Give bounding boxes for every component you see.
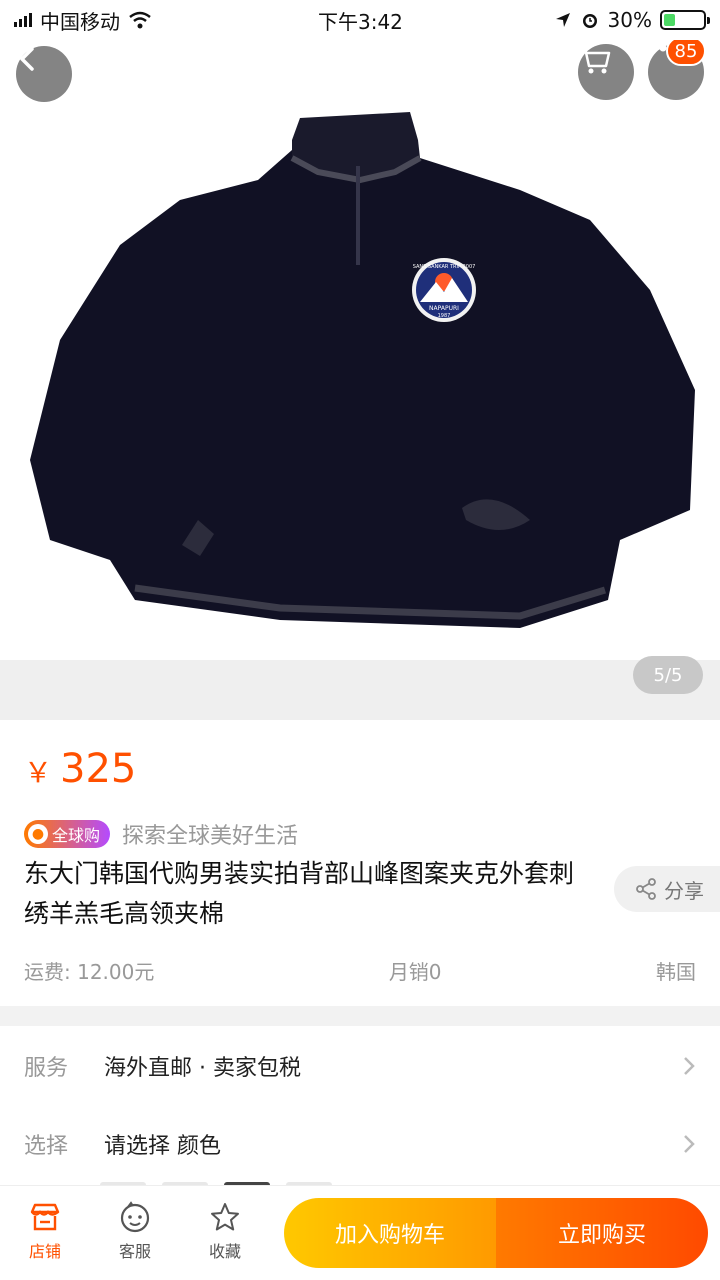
patch-year-text: 1987 <box>438 313 451 319</box>
cart-icon <box>580 46 611 74</box>
cart-count-badge: 85 <box>666 40 706 66</box>
select-row[interactable]: 选择 请选择 颜色 <box>0 1114 720 1174</box>
image-pager: 5/5 <box>633 656 703 694</box>
global-buy-label: 全球购 <box>52 826 101 845</box>
share-button[interactable]: 分享 <box>614 866 720 912</box>
select-label: 选择 <box>24 1134 69 1159</box>
add-to-cart-button[interactable]: 加入购物车 <box>284 1198 496 1268</box>
battery-icon <box>660 10 710 30</box>
favorite-tab[interactable]: 收藏 <box>190 1200 260 1262</box>
select-value: 请选择 颜色 <box>104 1134 221 1159</box>
customer-service-tab[interactable]: 客服 <box>100 1200 170 1262</box>
store-tab[interactable]: 店铺 <box>10 1200 80 1262</box>
bottom-action-bar: 店铺 客服 收藏 加入购物车 立即购买 <box>0 1185 720 1280</box>
favorite-label: 收藏 <box>208 1242 241 1261</box>
product-image-gallery[interactable]: SANS SANKAR TRIP 2007 NAPAPURI 1987 85 <box>0 40 720 660</box>
shipping-fee: 运费: 12.00元 <box>24 960 155 984</box>
back-arrow-icon <box>20 47 34 71</box>
share-label: 分享 <box>664 878 704 903</box>
global-buy-icon: ● <box>28 824 48 844</box>
product-title: 东大门韩国代购男装实拍背部山峰图案夹克外套刺绣羊羔毛高领夹棉 <box>24 859 575 928</box>
service-value: 海外直邮 · 卖家包税 <box>104 1056 301 1081</box>
store-label: 店铺 <box>28 1242 61 1261</box>
gallery-bottom-strip <box>0 660 720 720</box>
slogan: 探索全球美好生活 <box>122 824 299 849</box>
clock: 下午3:42 <box>318 9 403 34</box>
location-icon <box>555 13 570 27</box>
purchase-buttons: 加入购物车 立即购买 <box>284 1198 708 1268</box>
product-meta-row: 运费: 12.00元 月销0 韩国 <box>24 956 696 985</box>
monthly-sales: 月销0 <box>388 960 442 984</box>
battery-percent: 30% <box>607 8 652 32</box>
price: ￥ 325 <box>24 746 136 792</box>
store-icon <box>28 1200 62 1234</box>
service-label: 服务 <box>24 1056 69 1081</box>
service-face-icon <box>118 1200 152 1234</box>
back-button[interactable] <box>16 46 72 102</box>
star-icon <box>208 1200 242 1234</box>
chevron-right-icon <box>684 1135 695 1153</box>
global-tag-row: ● 全球购 探索全球美好生活 <box>24 818 298 850</box>
service-row[interactable]: 服务 海外直邮 · 卖家包税 <box>0 1036 720 1096</box>
price-value: 325 <box>60 746 137 792</box>
signal-icon <box>14 13 32 27</box>
origin-country: 韩国 <box>656 960 696 984</box>
share-icon <box>636 878 656 900</box>
cart-button[interactable] <box>578 44 634 100</box>
chevron-right-icon <box>684 1057 695 1075</box>
product-info-card: ￥ 325 ● 全球购 探索全球美好生活 东大门韩国代购男装实拍背部山峰图案夹克… <box>0 720 720 1006</box>
service-tab-label: 客服 <box>118 1242 151 1261</box>
alarm-icon <box>582 14 597 28</box>
buy-now-button[interactable]: 立即购买 <box>496 1198 708 1268</box>
status-bar: 中国移动 下午3:42 30% <box>0 0 720 40</box>
patch-top-text: SANS SANKAR TRIP 2007 <box>413 264 476 270</box>
global-buy-tag[interactable]: ● 全球购 <box>24 820 111 848</box>
wifi-icon <box>129 11 151 29</box>
currency-symbol: ￥ <box>24 756 53 789</box>
product-photo-fleece-jacket: SANS SANKAR TRIP 2007 NAPAPURI 1987 <box>0 40 720 660</box>
patch-mid-text: NAPAPURI <box>429 305 459 312</box>
carrier-name: 中国移动 <box>40 9 120 34</box>
